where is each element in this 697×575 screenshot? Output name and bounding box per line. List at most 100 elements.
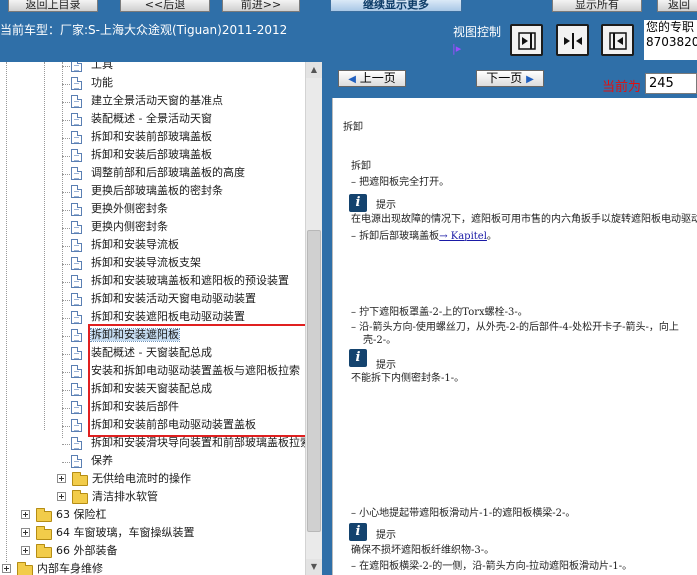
folder-icon	[36, 508, 52, 522]
tree-item[interactable]: 更换后部玻璃盖板的密封条	[0, 182, 305, 200]
tree-item-label: 更换外侧密封条	[91, 202, 168, 215]
tree-connector	[62, 156, 70, 157]
prev-page-label: 上一页	[359, 71, 396, 85]
tree-root-section[interactable]: 内部车身维修	[0, 560, 305, 575]
document-icon	[71, 329, 82, 342]
tree-section[interactable]: 63 保险杠	[0, 506, 305, 524]
tree-scrollbar[interactable]: ▲ ▼	[305, 62, 322, 575]
info-icon: i	[349, 349, 367, 367]
next-page-label: 下一页	[486, 71, 523, 85]
tree-item[interactable]: 功能	[0, 74, 305, 92]
view-control-label: 视图控制	[453, 25, 502, 39]
tree-item[interactable]: 拆卸和安装导流板支架	[0, 254, 305, 272]
tree-folder-label: 无供给电流时的操作	[92, 472, 191, 485]
next-arrow-icon: ▶	[526, 74, 534, 85]
info-icon: i	[349, 194, 367, 212]
expand-icon[interactable]	[57, 492, 66, 501]
expand-icon[interactable]	[21, 528, 30, 537]
tree-item-label: 装配概述 - 天窗装配总成	[91, 346, 212, 359]
tree-item[interactable]: 拆卸和安装导流板	[0, 236, 305, 254]
tree-item[interactable]: 安装和拆卸电动驱动装置盖板与遮阳板拉索	[0, 362, 305, 380]
tree-item[interactable]: 拆卸和安装玻璃盖板和遮阳板的预设装置	[0, 272, 305, 290]
expand-right-icon[interactable]	[510, 24, 543, 56]
tree-item-label: 拆卸和安装天窗装配总成	[91, 382, 212, 395]
tree-connector	[62, 444, 70, 445]
document-icon	[71, 437, 82, 450]
tree-item[interactable]: 更换外侧密封条	[0, 200, 305, 218]
document-icon	[71, 113, 82, 126]
tree-section[interactable]: 66 外部装备	[0, 542, 305, 560]
tree-item[interactable]: 装配概述 - 全景活动天窗	[0, 110, 305, 128]
tree-connector	[62, 246, 70, 247]
tree-section-label: 66 外部装备	[56, 544, 118, 557]
tree-item-label: 建立全景活动天窗的基准点	[91, 94, 223, 107]
tree-section[interactable]: 64 车窗玻璃，车窗操纵装置	[0, 524, 305, 542]
tree-item[interactable]: 拆卸和安装遮阳板电动驱动装置	[0, 308, 305, 326]
tree-item-label: 拆卸和安装后部玻璃盖板	[91, 148, 212, 161]
tree-item[interactable]: 拆卸和安装后部件	[0, 398, 305, 416]
tree-item[interactable]: 拆卸和安装前部玻璃盖板	[0, 128, 305, 146]
pane-divider[interactable]	[322, 62, 332, 575]
tree-folder[interactable]: 无供给电流时的操作	[0, 470, 305, 488]
tree-item[interactable]: 装配概述 - 天窗装配总成	[0, 344, 305, 362]
prev-page-button[interactable]: ◀ 上一页	[338, 70, 406, 87]
scroll-up-icon[interactable]: ▲	[306, 62, 322, 78]
tree-connector	[62, 192, 70, 193]
page-number-input[interactable]: 245	[645, 73, 697, 94]
folder-icon	[36, 526, 52, 540]
tree-connector	[62, 426, 70, 427]
prev-arrow-icon: ◀	[348, 74, 356, 85]
tree-item[interactable]: 拆卸和安装前部电动驱动装置盖板	[0, 416, 305, 434]
tree-item[interactable]: 工具	[0, 62, 305, 74]
tree-item-label: 拆卸和安装滑块导向装置和前部玻璃盖板拉索	[91, 436, 305, 449]
split-view-icon[interactable]	[556, 24, 589, 56]
user-id-line: 87038205	[646, 35, 697, 49]
return-button[interactable]: 返回	[657, 0, 697, 12]
scroll-down-icon[interactable]: ▼	[306, 559, 322, 575]
doc-step-6: – 在遮阳板横梁-2-的一侧，沿-箭头方向-拉动遮阳板滑动片-1-。	[351, 561, 633, 572]
hint-text-3: 确保不损坏遮阳板纤维织物-3-。	[351, 545, 495, 556]
document-icon	[71, 77, 82, 90]
tree-item[interactable]: 更换内侧密封条	[0, 218, 305, 236]
forward-button[interactable]: 前进>>	[222, 0, 300, 12]
tree-item-label: 拆卸和安装遮阳板电动驱动装置	[91, 310, 245, 323]
show-more-button[interactable]: 继续显示更多	[330, 0, 462, 12]
kapitel-link[interactable]: → Kapitel	[439, 231, 487, 242]
tree-item[interactable]: 调整前部和后部玻璃盖板的高度	[0, 164, 305, 182]
expand-icon[interactable]	[57, 474, 66, 483]
tree-item[interactable]: 拆卸和安装遮阳板	[0, 326, 305, 344]
tree-connector	[62, 264, 70, 265]
catalog-tree: 工具 功能建立全景活动天窗的基准点装配概述 - 全景活动天窗 拆卸和安装前部玻璃盖板…	[0, 62, 305, 575]
current-page-label: 当前为	[602, 80, 642, 95]
expand-icon[interactable]	[21, 546, 30, 555]
collapse-left-icon[interactable]	[601, 24, 634, 56]
tree-connector	[62, 138, 70, 139]
doc-subheading: 拆卸	[351, 161, 371, 172]
tree-item[interactable]: 拆卸和安装活动天窗电动驱动装置	[0, 290, 305, 308]
tree-item[interactable]: 拆卸和安装天窗装配总成	[0, 380, 305, 398]
tree-folder[interactable]: 清洁排水软管	[0, 488, 305, 506]
tree-connector	[62, 102, 70, 103]
next-page-button[interactable]: 下一页 ▶	[476, 70, 544, 87]
tree-item-label: 拆卸和安装前部电动驱动装置盖板	[91, 418, 256, 431]
scroll-thumb[interactable]	[307, 230, 321, 532]
tree-connector	[62, 318, 70, 319]
tree-section-label: 63 保险杠	[56, 508, 107, 521]
tree-item[interactable]: 建立全景活动天窗的基准点	[0, 92, 305, 110]
tree-connector	[62, 174, 70, 175]
document-icon	[71, 275, 82, 288]
tree-connector	[62, 120, 70, 121]
document-icon	[71, 311, 82, 324]
back-to-catalog-button[interactable]: 返回上目录	[8, 0, 98, 12]
folder-icon	[17, 562, 33, 575]
document-icon	[71, 347, 82, 360]
doc-step-1: – 把遮阳板完全打开。	[351, 177, 450, 188]
show-all-button[interactable]: 显示所有	[552, 0, 642, 12]
expand-icon[interactable]	[21, 510, 30, 519]
tree-item[interactable]: 拆卸和安装后部玻璃盖板	[0, 146, 305, 164]
tree-connector	[62, 462, 70, 463]
tree-item[interactable]: 拆卸和安装滑块导向装置和前部玻璃盖板拉索	[0, 434, 305, 452]
expand-icon[interactable]	[2, 564, 11, 573]
tree-item[interactable]: 保养	[0, 452, 305, 470]
back-button[interactable]: <<后退	[120, 0, 210, 12]
